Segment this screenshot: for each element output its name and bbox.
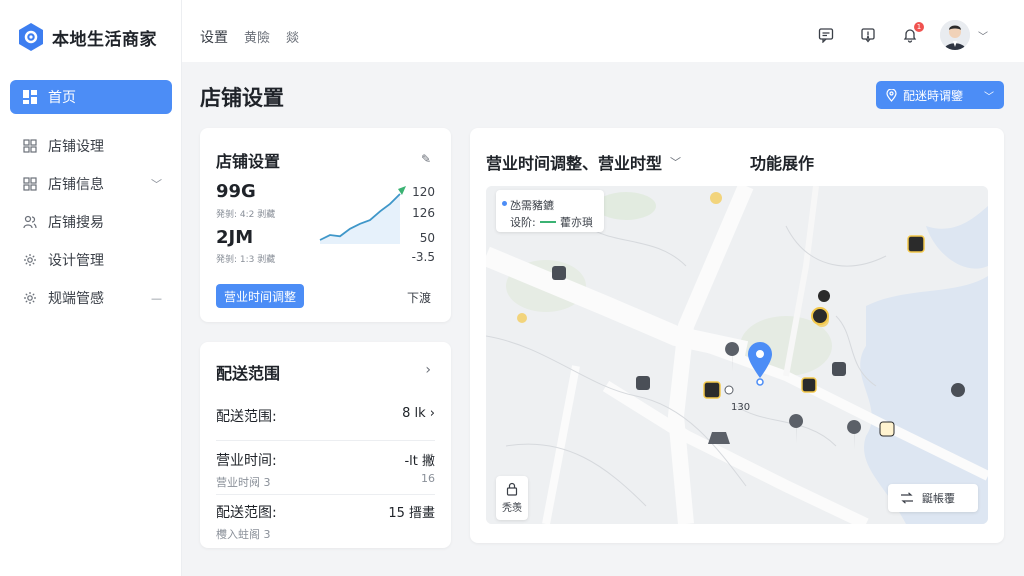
sidebar-item-store-search[interactable]: 店铺搜易 <box>10 204 172 240</box>
sidebar-item-label: 店铺信息 <box>48 177 104 193</box>
map-title-dropdown[interactable]: 营业时间调整、营业时型 ﹀ <box>486 150 681 174</box>
tab-third[interactable]: 燚 <box>286 27 299 47</box>
page-title: 店铺设置 <box>200 86 284 110</box>
row-subvalue: 16 <box>421 472 435 485</box>
metric-value: 99G <box>216 181 256 202</box>
axis-label: 50 <box>419 231 435 245</box>
lock-icon <box>506 482 518 496</box>
sidebar-item-home[interactable]: 首页 <box>10 80 172 114</box>
axis-label: 126 <box>412 206 435 220</box>
collapse-icon: — <box>151 291 162 305</box>
axis-label: 120 <box>412 185 435 199</box>
map-switch-button[interactable]: 鼮帳覆 <box>888 484 978 512</box>
sidebar-nav: 首页 店铺设理 店铺信息 ﹀ 店铺搜易 设计管理 规端管感 — <box>10 80 172 318</box>
grid-icon <box>22 176 38 192</box>
metric-value: 2JM <box>216 227 254 248</box>
store-settings-card: 店铺设置 ✎ 99G 発剝: 4:2 剥藏 2JM 発剝: 1:3 剥藏 120… <box>200 128 451 322</box>
gear-icon <box>22 290 38 306</box>
users-icon <box>22 214 38 230</box>
row-value: -lt 撇 <box>404 454 435 469</box>
feature-title: 功能展作 <box>750 154 815 173</box>
business-hours-adjust-button[interactable]: 营业时间调整 <box>216 284 305 308</box>
notification-badge: 1 <box>914 22 924 32</box>
hexagon-gear-logo-icon <box>19 23 43 51</box>
gear-icon <box>22 252 38 268</box>
chevron-down-icon: ﹀ <box>670 156 682 169</box>
map-legend: 氹需豬鑣 设阶: 藿亦瑣 <box>496 190 604 232</box>
delivery-range-card: 配送范围 › 配送范围: 8 lk › 营业时间: -lt 撇 营业时阋 3 1… <box>200 342 451 548</box>
avatar <box>940 20 970 50</box>
divider <box>216 494 435 495</box>
header-button-label: 配迷時谓鑒 <box>903 88 964 103</box>
top-tabs: 设置 黄險 燚 <box>200 27 299 47</box>
row-sub: 营业时阋 3 <box>216 476 271 489</box>
metric-sub: 発剝: 4:2 剥藏 <box>216 210 276 220</box>
legend-title: 氹需豬鑣 <box>510 199 554 212</box>
row-value: 8 lk › <box>402 406 435 421</box>
tab-second[interactable]: 黄險 <box>244 27 270 47</box>
card-title: 店铺设置 <box>216 152 281 171</box>
card-title: 配送范围 <box>216 364 281 383</box>
top-bar: 设置 黄險 燚 1 ﹀ <box>182 0 1024 62</box>
map-layer-control[interactable]: 秃羡 <box>496 476 528 520</box>
sidebar-item-label: 店铺设理 <box>48 139 104 155</box>
map-label: 130 <box>731 402 751 413</box>
axis-label: -3.5 <box>411 250 435 264</box>
metric-sub: 発剝: 1:3 剥藏 <box>216 255 276 265</box>
delivery-row[interactable]: 营业时间: -lt 撇 营业时阋 3 16 <box>216 450 435 490</box>
delivery-row[interactable]: 配送范围: 8 lk › <box>216 406 435 426</box>
chevron-down-icon: ﹀ <box>978 31 988 43</box>
map-title: 营业时间调整、营业时型 <box>486 154 663 173</box>
sidebar-item-rules-manage[interactable]: 规端管感 — <box>10 280 172 316</box>
legend-label: 藿亦瑣 <box>560 216 593 229</box>
sidebar-item-store-manage[interactable]: 店铺设理 <box>10 128 172 164</box>
brand[interactable]: 本地生活商家 <box>18 22 157 52</box>
message-icon[interactable] <box>816 25 836 45</box>
sparkline-area <box>320 194 400 244</box>
delivery-row[interactable]: 配送范图: 15 搢畫 欆入蛀阁 3 <box>216 502 435 542</box>
user-menu[interactable]: ﹀ <box>940 20 988 50</box>
delivery-time-adjust-button[interactable]: 配迷時谓鑒 ﹀ <box>876 81 1004 109</box>
sidebar-item-label: 设计管理 <box>48 253 104 269</box>
row-sub: 欆入蛀阁 3 <box>216 528 271 541</box>
sidebar-item-label: 店铺搜易 <box>48 215 104 231</box>
grid-icon <box>22 89 38 105</box>
legend-label: 设阶: <box>510 216 536 229</box>
trend-sparkline <box>319 186 406 244</box>
map-card: 营业时间调整、营业时型 ﹀ 功能展作 130 氹需豬鑣 设阶: 藿亦瑣 秃羡 鼮… <box>470 128 1004 543</box>
control-label: 秃羡 <box>502 503 522 514</box>
legend-dot <box>502 201 507 206</box>
row-label: 营业时间: <box>216 453 277 469</box>
download-link[interactable]: 下渡 <box>407 289 431 306</box>
app-title: 本地生活商家 <box>52 29 157 50</box>
alert-icon[interactable] <box>858 25 878 45</box>
chevron-down-icon: ﹀ <box>984 91 994 103</box>
sidebar-item-label: 首页 <box>48 90 76 106</box>
control-label: 鼮帳覆 <box>922 492 955 505</box>
sidebar: 本地生活商家 首页 店铺设理 店铺信息 ﹀ 店铺搜易 设计管理 规端管感 — <box>0 0 182 576</box>
tab-settings[interactable]: 设置 <box>200 27 228 47</box>
grid-icon <box>22 138 38 154</box>
sidebar-item-store-info[interactable]: 店铺信息 ﹀ <box>10 166 172 202</box>
edit-icon[interactable]: ✎ <box>421 152 431 166</box>
swap-icon <box>901 492 913 504</box>
legend-line <box>540 221 556 223</box>
sidebar-item-design-manage[interactable]: 设计管理 <box>10 242 172 278</box>
divider <box>216 440 435 441</box>
map-view[interactable]: 130 氹需豬鑣 设阶: 藿亦瑣 秃羡 鼮帳覆 <box>486 186 988 524</box>
sidebar-item-label: 规端管感 <box>48 291 104 307</box>
map-canvas <box>486 186 988 524</box>
top-icons: 1 ﹀ <box>816 20 988 50</box>
chevron-right-icon[interactable]: › <box>425 362 431 378</box>
row-value: 15 搢畫 <box>388 506 435 521</box>
location-pin-icon <box>886 88 897 102</box>
chevron-down-icon: ﹀ <box>151 178 162 191</box>
bell-icon[interactable]: 1 <box>900 22 924 45</box>
